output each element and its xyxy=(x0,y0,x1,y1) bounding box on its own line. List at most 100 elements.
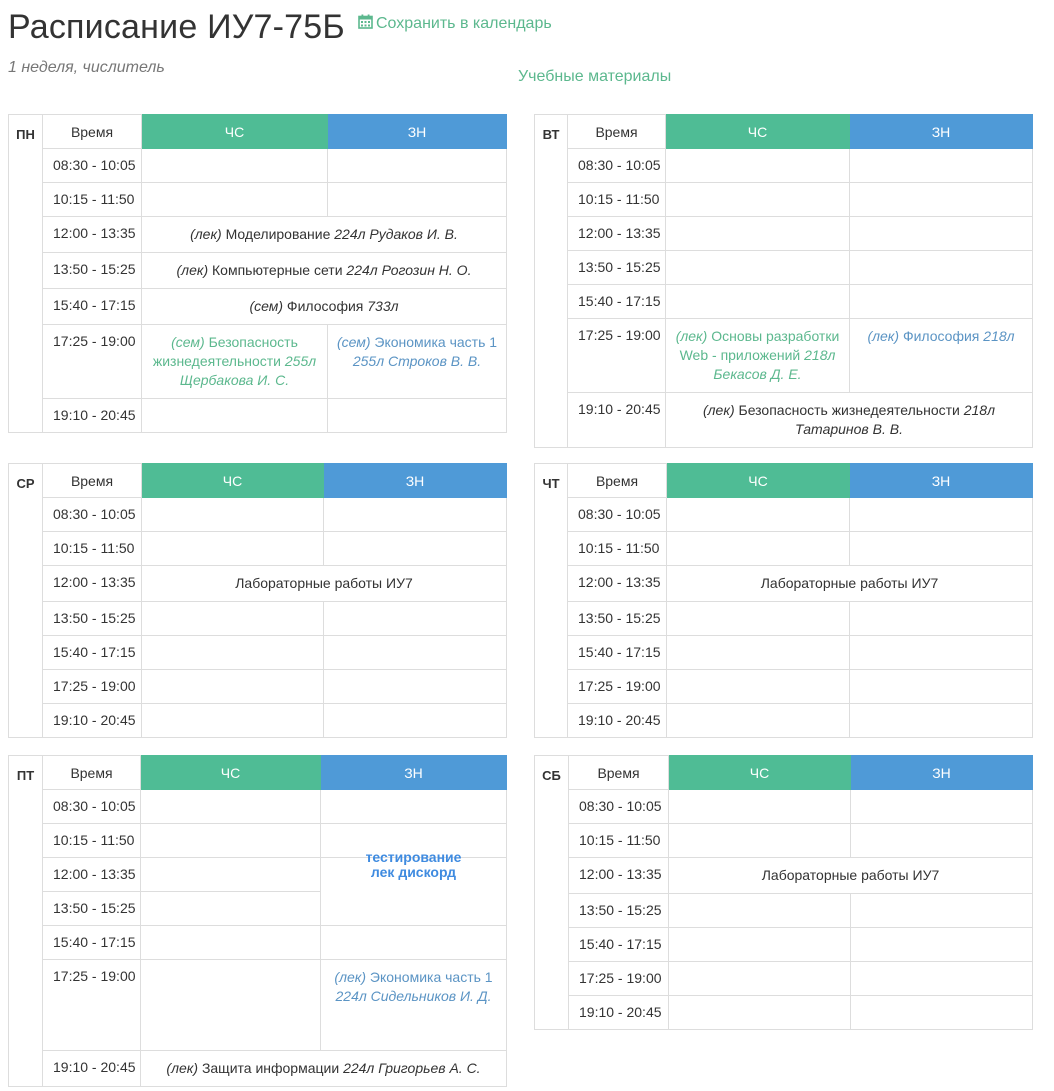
time-slot: 10:15 - 11:50 xyxy=(42,531,142,566)
time-slot: 08:30 - 10:05 xyxy=(568,789,669,824)
time-slot: 08:30 - 10:05 xyxy=(42,148,142,183)
time-slot: 12:00 - 13:35 xyxy=(42,857,141,892)
time-slot: 08:30 - 10:05 xyxy=(567,148,666,183)
table-row: 19:10 - 20:45 (лек) Безопасность жизнеде… xyxy=(535,392,1033,448)
table-row: 10:15 - 11:50 xyxy=(535,823,1033,858)
time-slot: 08:30 - 10:05 xyxy=(42,497,142,532)
time-slot: 15:40 - 17:15 xyxy=(42,925,141,960)
study-materials-link[interactable]: Учебные материалы xyxy=(518,68,671,86)
table-row: 08:30 - 10:05 xyxy=(535,789,1033,824)
time-header: Время xyxy=(42,463,142,498)
table-row: 10:15 - 11:50 xyxy=(535,182,1033,217)
table-row: 08:30 - 10:05 xyxy=(9,497,507,532)
lesson-cell: (сем) Философия 733л xyxy=(141,288,507,325)
numerator-header: ЧС xyxy=(666,463,850,498)
day-table-mon: ПН Время ЧС ЗН 08:30 - 10:05 10:15 - 11:… xyxy=(8,114,507,433)
table-row: 17:25 - 19:00 xyxy=(535,961,1033,996)
table-row: 15:40 - 17:15 xyxy=(9,925,507,960)
time-slot: 19:10 - 20:45 xyxy=(42,398,142,433)
time-slot: 10:15 - 11:50 xyxy=(567,182,666,217)
table-row: 12:00 - 13:35 Лабораторные работы ИУ7 xyxy=(9,565,507,602)
table-row: 19:10 - 20:45 (лек) Защита информации 22… xyxy=(9,1050,507,1087)
table-row: 15:40 - 17:15 (сем) Философия 733л xyxy=(9,288,507,325)
table-row: 12:00 - 13:35 xyxy=(535,216,1033,251)
table-row: 17:25 - 19:00 (лек) Основы разработки We… xyxy=(535,318,1033,393)
time-header: Время xyxy=(42,114,142,149)
lesson-cell: (сем) Безопасность жизнедеятельности 255… xyxy=(141,324,328,399)
time-slot: 15:40 - 17:15 xyxy=(567,635,667,670)
time-header: Время xyxy=(567,114,666,149)
table-row: 13:50 - 15:25 xyxy=(9,601,507,636)
denominator-header: ЗН xyxy=(323,463,507,498)
table-row: 12:00 - 13:35 (лек) Моделирование 224л Р… xyxy=(9,216,507,253)
numerator-header: ЧС xyxy=(140,755,321,790)
time-slot: 13:50 - 15:25 xyxy=(42,601,142,636)
lesson-cell: (лек) Безопасность жизнедеятельности 218… xyxy=(665,392,1033,448)
table-row: 17:25 - 19:00 xyxy=(535,669,1033,704)
time-slot: 17:25 - 19:00 xyxy=(567,669,667,704)
numerator-header: ЧС xyxy=(141,114,328,149)
lesson-cell: Лабораторные работы ИУ7 xyxy=(666,565,1033,602)
time-slot: 13:50 - 15:25 xyxy=(567,601,667,636)
time-slot: 15:40 - 17:15 xyxy=(42,288,142,325)
time-header: Время xyxy=(568,755,669,790)
table-row: 10:15 - 11:50 xyxy=(9,531,507,566)
table-row: 08:30 - 10:05 xyxy=(9,148,507,183)
day-label: ПН xyxy=(8,114,43,433)
day-label: СБ xyxy=(534,755,569,1030)
table-row: 15:40 - 17:15 xyxy=(535,284,1033,319)
table-row: 17:25 - 19:00 (сем) Безопасность жизнеде… xyxy=(9,324,507,399)
time-slot: 19:10 - 20:45 xyxy=(42,1050,141,1087)
page-title: Расписание ИУ7-75Б xyxy=(8,8,345,46)
lesson-cell: Лабораторные работы ИУ7 xyxy=(141,565,507,602)
time-slot: 17:25 - 19:00 xyxy=(567,318,666,393)
save-to-calendar-link[interactable]: Сохранить в календарь xyxy=(358,14,552,33)
day-table-sat: СБ Время ЧС ЗН 08:30 - 10:05 10:15 - 11:… xyxy=(534,755,1033,1030)
time-slot: 19:10 - 20:45 xyxy=(568,995,669,1030)
time-slot: 08:30 - 10:05 xyxy=(42,789,141,824)
table-row: 19:10 - 20:45 xyxy=(535,995,1033,1030)
numerator-header: ЧС xyxy=(668,755,851,790)
time-slot: 12:00 - 13:35 xyxy=(567,216,666,251)
denominator-header: ЗН xyxy=(849,114,1033,149)
time-slot: 12:00 - 13:35 xyxy=(567,565,667,602)
table-row: 13:50 - 15:25 (лек) Компьютерные сети 22… xyxy=(9,252,507,289)
table-row: 15:40 - 17:15 xyxy=(535,927,1033,962)
table-row: 19:10 - 20:45 xyxy=(9,703,507,738)
handwritten-note: тестирование лек дискорд xyxy=(320,850,507,926)
table-row: 15:40 - 17:15 xyxy=(535,635,1033,670)
table-row: 12:00 - 13:35 тестирование лек дискорд xyxy=(9,850,507,926)
time-slot: 12:00 - 13:35 xyxy=(568,857,669,894)
time-slot: 19:10 - 20:45 xyxy=(42,703,142,738)
day-table-fri: ПТ Время ЧС ЗН 08:30 - 10:05 10:15 - 11:… xyxy=(8,755,507,1087)
day-table-wed: СР Время ЧС ЗН 08:30 - 10:05 10:15 - 11:… xyxy=(8,463,507,738)
lesson-cell: Лабораторные работы ИУ7 xyxy=(668,857,1033,894)
time-slot: 13:50 - 15:25 xyxy=(42,891,141,926)
lesson-cell: (лек) Философия 218л xyxy=(849,318,1033,393)
table-row: 17:25 - 19:00 (лек) Экономика часть 1 224… xyxy=(9,959,507,1051)
calendar-icon xyxy=(358,14,373,29)
numerator-header: ЧС xyxy=(141,463,324,498)
table-row: 13:50 - 15:25 xyxy=(535,250,1033,285)
time-slot: 12:00 - 13:35 xyxy=(42,216,142,253)
time-slot: 19:10 - 20:45 xyxy=(567,703,667,738)
lesson-cell: (лек) Компьютерные сети 224л Рогозин Н. … xyxy=(141,252,507,289)
time-slot: 15:40 - 17:15 xyxy=(567,284,666,319)
time-slot: 10:15 - 11:50 xyxy=(42,182,142,217)
day-label: СР xyxy=(8,463,43,738)
denominator-header: ЗН xyxy=(849,463,1033,498)
table-row: 08:30 - 10:05 xyxy=(9,789,507,824)
time-slot: 17:25 - 19:00 xyxy=(568,961,669,996)
table-row: 08:30 - 10:05 xyxy=(535,148,1033,183)
time-slot: 10:15 - 11:50 xyxy=(42,823,141,858)
lesson-cell: (лек) Основы разработки Web - приложений… xyxy=(665,318,850,393)
time-slot: 17:25 - 19:00 xyxy=(42,959,141,1051)
note-line: лек дискорд xyxy=(370,864,457,880)
time-slot: 17:25 - 19:00 xyxy=(42,669,142,704)
denominator-header: ЗН xyxy=(327,114,507,149)
day-label: ПТ xyxy=(8,755,43,1087)
table-row: 19:10 - 20:45 xyxy=(9,398,507,433)
table-row: 10:15 - 11:50 xyxy=(9,182,507,217)
time-slot: 12:00 - 13:35 xyxy=(42,565,142,602)
table-row: 08:30 - 10:05 xyxy=(535,497,1033,532)
